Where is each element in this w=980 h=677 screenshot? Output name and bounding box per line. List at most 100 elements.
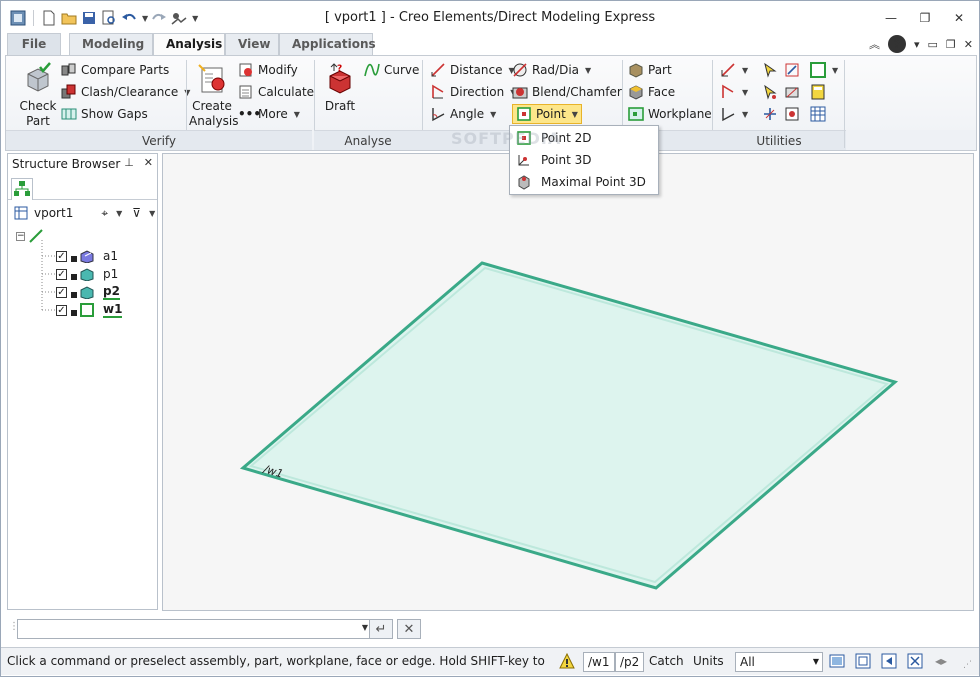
close-panel-icon[interactable]: ✕ (144, 156, 153, 169)
fit-view-icon[interactable] (855, 653, 871, 669)
blend-chamfer-button[interactable]: Blend/Chamfer (512, 82, 622, 102)
part-button[interactable]: Part (628, 60, 672, 80)
workplane-button[interactable]: Workplane (628, 104, 712, 124)
zoom-view-icon[interactable] (907, 653, 923, 669)
help-icon[interactable]: ? (887, 35, 906, 53)
angle-button[interactable]: Angle ▼ (430, 104, 496, 124)
active-part-field[interactable]: /p2 (615, 652, 645, 672)
workplane-select-dropdown-icon[interactable]: ▼ (832, 66, 838, 75)
point-dropdown-icon[interactable]: ▼ (572, 110, 578, 119)
minimize-icon[interactable]: — (877, 9, 905, 27)
pin-icon[interactable]: ⊥ (124, 156, 134, 169)
utility-direction-button[interactable]: ▼ (720, 82, 748, 102)
viewport-icon[interactable] (829, 653, 845, 669)
units-label[interactable]: Units (693, 654, 724, 668)
tree-item-w1[interactable]: ✓ w1 (56, 302, 123, 318)
tree-item-a1[interactable]: ✓ a1 (56, 248, 118, 264)
distance-button[interactable]: Distance ▼ (430, 60, 515, 80)
calculate-button[interactable]: Calculate (238, 82, 314, 102)
group-separator (844, 60, 845, 148)
tab-file[interactable]: File (7, 33, 61, 55)
curve-button[interactable]: Curve (364, 60, 419, 80)
filter-dropdown-icon[interactable]: ▼ (149, 209, 155, 218)
tab-view[interactable]: View (225, 33, 279, 55)
direction-button[interactable]: Direction ▼ (430, 82, 516, 102)
modify-button[interactable]: Modify (238, 60, 298, 80)
tree-view-tab[interactable] (11, 178, 33, 200)
visibility-checkbox[interactable]: ✓ (56, 286, 67, 298)
menu-item-point-2d[interactable]: Point 2D (512, 128, 656, 148)
previous-view-icon[interactable] (881, 653, 897, 669)
visibility-checkbox[interactable]: ✓ (56, 268, 67, 280)
tab-analysis[interactable]: Analysis (153, 33, 225, 56)
ribbon-tabs: File Modeling Analysis View Applications… (1, 33, 979, 56)
draft-button[interactable]: ? Draft (322, 62, 358, 113)
workplane-w1[interactable] (239, 261, 899, 590)
utility-line-dropdown-icon[interactable]: ▼ (742, 66, 748, 75)
more-button[interactable]: ••• More ▼ (238, 104, 300, 124)
rad-dia-button[interactable]: Rad/Dia ▼ (512, 60, 591, 80)
command-input[interactable]: ▼ (17, 619, 372, 639)
utility-angle-dropdown-icon[interactable]: ▼ (742, 110, 748, 119)
point-button[interactable]: Point ▼ (512, 104, 582, 124)
angle-dropdown-icon[interactable]: ▼ (490, 110, 496, 119)
check-part-label: Check Part (19, 99, 57, 128)
doc-minimize-icon[interactable]: ▭ (928, 38, 938, 51)
doc-close-icon[interactable]: ✕ (964, 38, 973, 51)
select-axis-button[interactable] (762, 104, 778, 124)
search-dropdown-icon[interactable]: ▼ (116, 209, 122, 218)
tab-applications[interactable]: Applications (279, 33, 376, 55)
collapse-ribbon-icon[interactable]: ︽ (869, 36, 880, 52)
filter-select-dropdown-icon[interactable]: ▼ (813, 653, 819, 671)
menu-item-point-3d[interactable]: Point 3D (512, 150, 656, 170)
select-point-button[interactable] (762, 82, 778, 102)
command-dropdown-icon[interactable]: ▼ (362, 623, 368, 632)
compare-parts-label: Compare Parts (81, 63, 170, 77)
cancel-button[interactable]: ✕ (397, 619, 421, 639)
check-part-button[interactable]: Check Part (18, 62, 58, 129)
resize-grip-icon[interactable]: ⋰ (963, 660, 972, 670)
tree-item-p2[interactable]: ✓ p2 (56, 284, 120, 300)
help-dropdown-icon[interactable]: ▾ (914, 38, 920, 51)
create-analysis-button[interactable]: Create Analysis (189, 62, 238, 129)
menu-item-maximal-point-3d[interactable]: Maximal Point 3D (512, 172, 656, 192)
doc-restore-icon[interactable]: ❐ (946, 38, 956, 51)
face-button[interactable]: Face (628, 82, 675, 102)
active-workplane-field[interactable]: /w1 (583, 652, 615, 672)
rad-dia-dropdown-icon[interactable]: ▼ (585, 66, 591, 75)
binoculars-icon[interactable]: ⌖ (101, 206, 108, 221)
calculator-button[interactable] (810, 82, 826, 102)
warning-icon[interactable] (559, 653, 575, 669)
show-gaps-label: Show Gaps (81, 107, 148, 121)
select-tool-button[interactable] (762, 60, 778, 80)
tab-modeling[interactable]: Modeling (69, 33, 153, 55)
show-gaps-button[interactable]: Show Gaps (61, 104, 148, 124)
structure-browser: Structure Browser ⊥ ✕ vport1 ⌖ ▼ ⊽ ▼ − ✓… (7, 153, 158, 610)
visibility-checkbox[interactable]: ✓ (56, 304, 67, 316)
navigate-arrows-icon[interactable]: ◂▸ (935, 654, 947, 668)
visibility-checkbox[interactable]: ✓ (56, 250, 67, 262)
ribbon-options: ︽ ? ▾ ▭ ❐ ✕ (869, 35, 973, 53)
workplane-select-button[interactable]: ▼ (810, 60, 838, 80)
selection-filter-select[interactable]: All ▼ (735, 652, 823, 672)
filter-icon[interactable]: ⊽ (132, 206, 141, 220)
measure-tool-button[interactable] (784, 82, 800, 102)
3d-viewport[interactable]: /w1 (162, 153, 974, 611)
blend-chamfer-label: Blend/Chamfer (532, 85, 622, 99)
restore-icon[interactable]: ❐ (911, 9, 939, 27)
face-label: Face (648, 85, 676, 99)
pattern-button[interactable] (784, 60, 800, 80)
catch-label[interactable]: Catch (649, 654, 684, 668)
utility-angle-button[interactable]: ▼ (720, 104, 748, 124)
utility-direction-dropdown-icon[interactable]: ▼ (742, 88, 748, 97)
compare-parts-button[interactable]: Compare Parts (61, 60, 169, 80)
inspect-icon (785, 107, 799, 121)
utility-line-button[interactable]: ▼ (720, 60, 748, 80)
clash-clearance-button[interactable]: Clash/Clearance ▼ (61, 82, 190, 102)
more-dropdown-icon[interactable]: ▼ (294, 110, 300, 119)
inspect-button[interactable] (784, 104, 800, 124)
table-button[interactable] (810, 104, 826, 124)
close-icon[interactable]: ✕ (945, 9, 973, 27)
tree-item-p1[interactable]: ✓ p1 (56, 266, 118, 282)
enter-button[interactable]: ↵ (369, 619, 393, 639)
